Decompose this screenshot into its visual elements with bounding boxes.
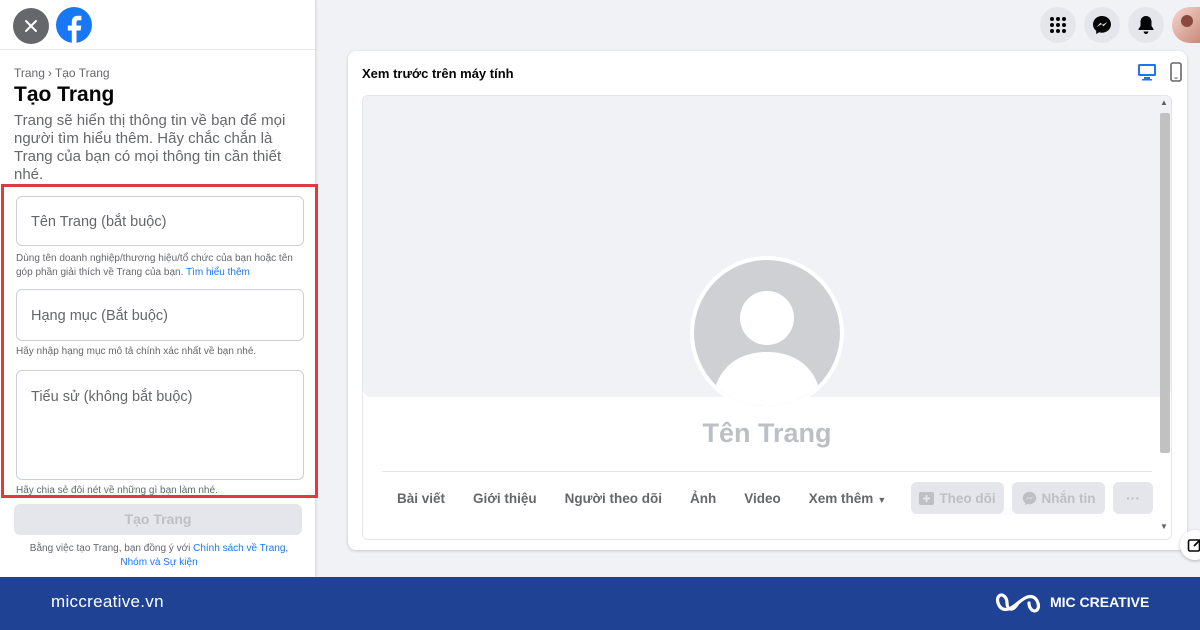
- tab-more[interactable]: Xem thêm ▼: [809, 491, 886, 506]
- desktop-preview-card: Xem trước trên máy tính Tên Trang Bài vi…: [348, 51, 1187, 550]
- scroll-up-arrow-icon[interactable]: ▲: [1160, 98, 1168, 107]
- page-description: Trang sẽ hiển thị thông tin về bạn để mọ…: [14, 112, 286, 183]
- tab-more-label: Xem thêm: [808, 491, 874, 506]
- tab-photos[interactable]: Ảnh: [690, 491, 716, 506]
- panel-topbar: [0, 0, 315, 50]
- create-page-panel: Trang › Tạo Trang Tạo Trang Trang sẽ hiển …: [0, 0, 318, 577]
- more-options-button[interactable]: ···: [1113, 482, 1153, 514]
- mic-creative-logo-icon: [996, 593, 1040, 613]
- caret-down-icon: ▼: [877, 495, 887, 505]
- follow-label: Theo dõi: [939, 490, 996, 506]
- page-tabs: Bài viết Giới thiệu Người theo dõi Ảnh V…: [397, 491, 914, 506]
- notifications-button[interactable]: [1128, 7, 1164, 43]
- terms-prefix: Bằng việc tạo Trang, bạn đồng ý với: [29, 543, 191, 554]
- edit-floating-button[interactable]: [1180, 530, 1200, 560]
- breadcrumb: Trang › Tạo Trang: [14, 66, 110, 80]
- close-button[interactable]: [13, 8, 49, 44]
- desktop-icon[interactable]: [1137, 63, 1157, 81]
- page-name-placeholder: Tên Trang (bắt buộc): [31, 214, 167, 230]
- message-label: Nhắn tin: [1041, 490, 1096, 506]
- messenger-icon: [1093, 16, 1111, 34]
- page-name-hint: Dùng tên doanh nghiệp/thương hiệu/tổ chứ…: [16, 252, 306, 280]
- scroll-down-arrow-icon[interactable]: ▼: [1160, 522, 1168, 531]
- preview-title: Xem trước trên máy tính: [362, 66, 514, 81]
- terms-text: Bằng việc tạo Trang, bạn đồng ý với Chín…: [20, 542, 298, 570]
- notification-bell-icon: [1138, 16, 1154, 34]
- bio-hint: Hãy chia sẻ đôi nét về những gì bạn làm …: [16, 485, 218, 496]
- tab-posts[interactable]: Bài viết: [397, 491, 445, 506]
- messenger-small-icon: [1022, 491, 1036, 505]
- tab-followers[interactable]: Người theo dõi: [565, 491, 662, 506]
- learn-more-link[interactable]: Tìm hiểu thêm: [186, 267, 250, 278]
- brand-footer: miccreative.vn MIC CREATIVE: [0, 577, 1200, 630]
- category-placeholder: Hạng mục (Bắt buộc): [31, 308, 169, 324]
- category-input[interactable]: Hạng mục (Bắt buộc): [16, 289, 304, 341]
- menu-grid-icon: [1050, 17, 1066, 33]
- footer-website: miccreative.vn: [51, 592, 164, 611]
- menu-button[interactable]: [1040, 7, 1076, 43]
- tabs-divider: [382, 471, 1152, 472]
- bio-placeholder: Tiểu sử (không bắt buộc): [31, 389, 193, 405]
- footer-brand-name: MIC CREATIVE: [1050, 594, 1150, 610]
- tab-videos[interactable]: Video: [744, 491, 781, 506]
- mobile-icon[interactable]: [1170, 62, 1182, 82]
- breadcrumb-parent[interactable]: Trang: [14, 66, 45, 80]
- close-icon: [25, 20, 37, 32]
- create-page-button[interactable]: Tạo Trang: [14, 504, 302, 535]
- default-avatar-icon: [712, 291, 822, 406]
- follow-icon: [919, 492, 935, 505]
- edit-icon: [1187, 538, 1200, 552]
- category-hint: Hãy nhập hạng mục mô tả chính xác nhất v…: [16, 346, 257, 357]
- profile-picture: [690, 256, 844, 410]
- message-button[interactable]: Nhắn tin: [1012, 482, 1105, 514]
- page-preview: Tên Trang Bài viết Giới thiệu Người theo…: [362, 95, 1172, 540]
- breadcrumb-current: Tạo Trang: [54, 66, 110, 80]
- preview-page-name: Tên Trang: [702, 418, 832, 448]
- facebook-logo-icon[interactable]: [56, 7, 92, 43]
- tab-about[interactable]: Giới thiệu: [473, 491, 537, 506]
- follow-button[interactable]: Theo dõi: [911, 482, 1004, 514]
- profile-avatar[interactable]: [1172, 7, 1200, 43]
- bio-textarea[interactable]: Tiểu sử (không bắt buộc): [16, 370, 304, 480]
- form-highlight-box: Tên Trang (bắt buộc) Dùng tên doanh nghi…: [1, 184, 318, 498]
- top-right-toolbar: [1040, 5, 1200, 45]
- breadcrumb-separator: ›: [47, 66, 52, 80]
- page-title: Tạo Trang: [14, 83, 115, 106]
- scrollbar-thumb[interactable]: [1160, 113, 1170, 453]
- page-name-input[interactable]: Tên Trang (bắt buộc): [16, 196, 304, 246]
- page-name-hint-text: Dùng tên doanh nghiệp/thương hiệu/tổ chứ…: [16, 253, 293, 278]
- messenger-button[interactable]: [1084, 7, 1120, 43]
